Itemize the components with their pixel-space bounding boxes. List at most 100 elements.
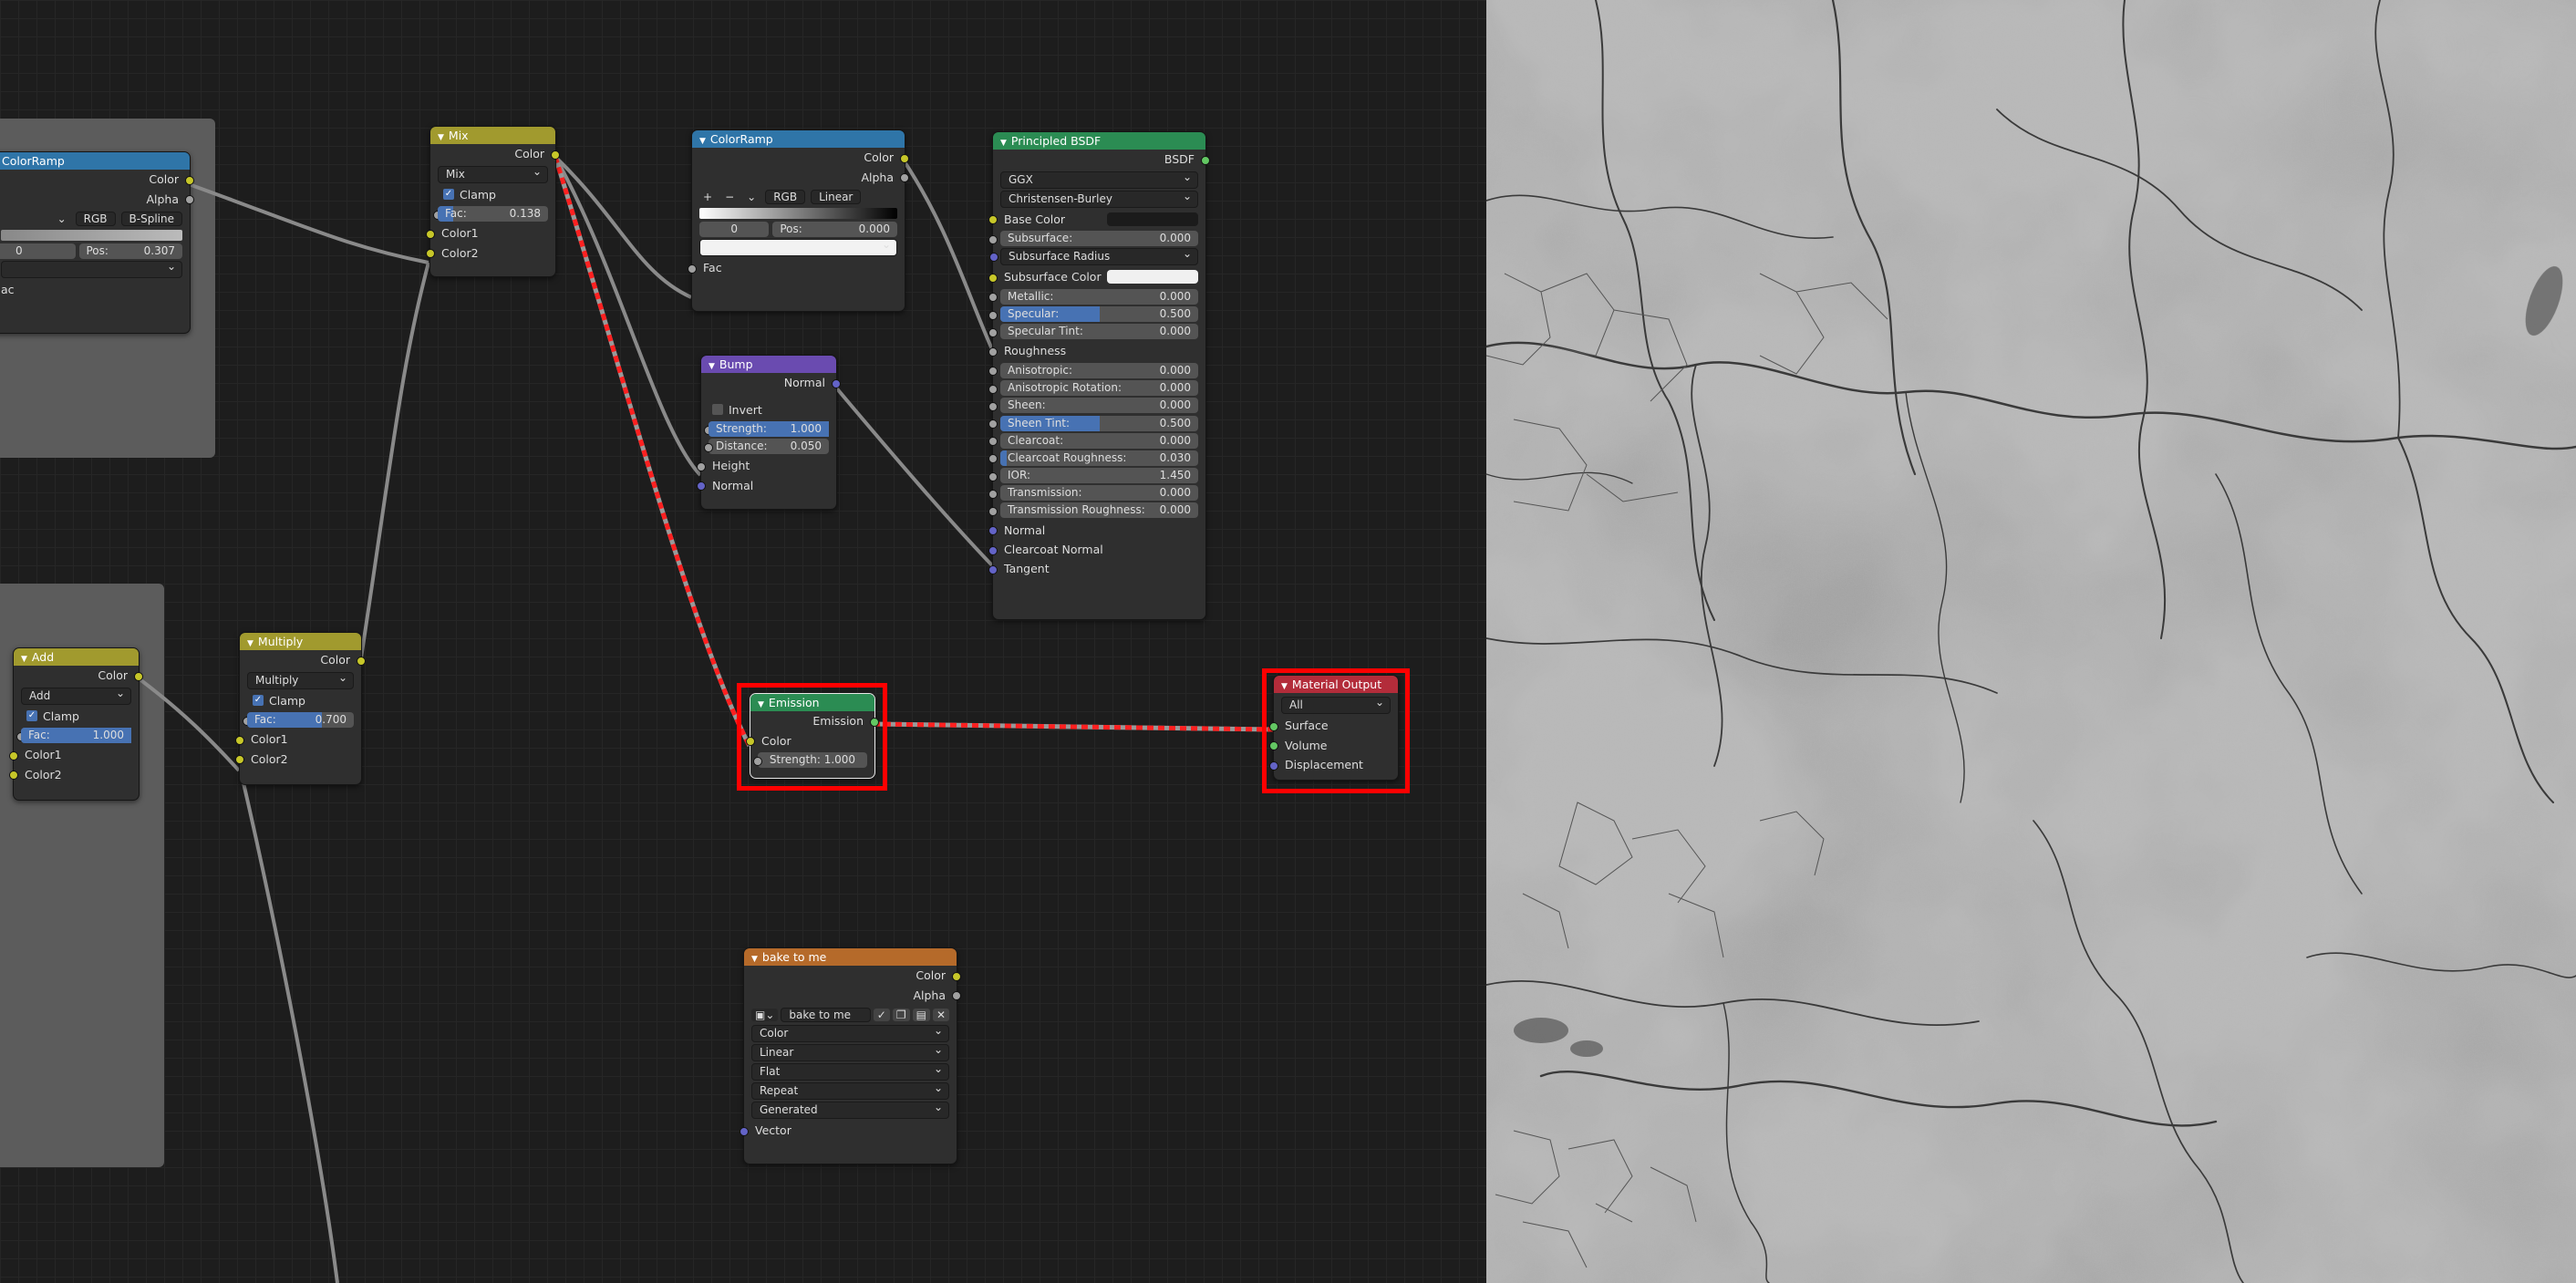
index-field[interactable]: 0: [0, 243, 76, 259]
color-swatch[interactable]: [1107, 270, 1198, 285]
color-ramp-bar[interactable]: [1, 230, 182, 241]
add-node[interactable]: ▼ Add Color Add ✓ Clamp Fac: 1.000 Color1 C…: [9, 647, 143, 801]
clamp-checkbox[interactable]: ✓: [443, 189, 454, 200]
image-name-field[interactable]: bake to me: [781, 1008, 871, 1022]
bump-node[interactable]: ▼ Bump Normal Invert Strength: 1.000 Dista…: [697, 355, 841, 510]
socket-in[interactable]: [988, 437, 998, 447]
interpolation-select[interactable]: Linear: [751, 1042, 949, 1061]
sss-method-select[interactable]: Christensen-Burley: [1000, 189, 1198, 208]
add-header[interactable]: ▼ Add: [14, 648, 139, 666]
socket-color-out[interactable]: [134, 671, 143, 681]
interp-select[interactable]: B-Spline: [120, 212, 182, 226]
socket-in[interactable]: [988, 401, 998, 411]
pos-field[interactable]: Pos: 0.307: [78, 243, 182, 259]
socket-color1-in[interactable]: [235, 735, 244, 745]
collapse-arrow-icon[interactable]: ▼: [1000, 139, 1007, 148]
distance-field[interactable]: Distance: 0.050: [704, 439, 829, 454]
pos-field[interactable]: Pos: 0.000: [772, 222, 897, 237]
invert-checkbox[interactable]: [712, 404, 723, 415]
socket-color2-in[interactable]: [9, 771, 18, 780]
source-select[interactable]: Generated: [751, 1100, 949, 1119]
socket-distance-in[interactable]: [704, 442, 713, 452]
socket-in[interactable]: [988, 273, 998, 283]
fac-slider[interactable]: Fac: 1.000: [16, 728, 131, 743]
socket-in[interactable]: [988, 489, 998, 499]
bsdf-input-specular[interactable]: Specular: 0.500: [988, 306, 1198, 323]
collapse-arrow-icon[interactable]: ▼: [21, 655, 27, 664]
clamp-checkbox[interactable]: ✓: [253, 695, 264, 706]
collapse-arrow-icon[interactable]: ▼: [751, 955, 758, 964]
socket-color-out[interactable]: [952, 971, 961, 981]
socket-color2-in[interactable]: [426, 249, 435, 258]
socket-in[interactable]: [988, 234, 998, 244]
mix-node[interactable]: ▼ Mix Color Mix ✓ Clamp Fac: 0.138 Color1 C…: [426, 126, 560, 277]
mode-select[interactable]: RGB: [75, 212, 116, 226]
close-icon[interactable]: ✕: [932, 1009, 949, 1021]
chevron-down-icon[interactable]: ⌄: [743, 191, 760, 203]
mix-header[interactable]: ▼ Mix: [430, 127, 555, 144]
socket-vector-in[interactable]: [740, 1126, 749, 1136]
bsdf-input-clearcoat[interactable]: Clearcoat: 0.000: [988, 432, 1198, 449]
input-base-color[interactable]: Base Color: [988, 210, 1205, 229]
color-swatch-bar[interactable]: [699, 237, 897, 256]
bump-header[interactable]: ▼ Bump: [701, 356, 836, 373]
clamp-row[interactable]: ✓ Clamp: [430, 185, 555, 205]
socket-in[interactable]: [988, 384, 998, 394]
open-folder-icon[interactable]: ▤: [912, 1009, 930, 1021]
bsdf-input-sheen-tint[interactable]: Sheen Tint: 0.500: [988, 415, 1198, 431]
node-editor[interactable]: ColorRamp Color Alpha ⌄ RGB B-Spline 0 P…: [0, 0, 1486, 1283]
blend-mode-select[interactable]: Multiply: [247, 670, 354, 689]
bsdf-input-roughness[interactable]: Roughness: [988, 341, 1205, 360]
socket-in[interactable]: [988, 419, 998, 429]
color-swatch-bar[interactable]: [1, 259, 182, 278]
bsdf-input-transmission-roughness[interactable]: Transmission Roughness: 0.000: [988, 502, 1198, 519]
colorramp-node[interactable]: ▼ ColorRamp Color Alpha + − ⌄ RGB Linear …: [688, 129, 909, 312]
bsdf-input-ior[interactable]: IOR: 1.450: [988, 468, 1198, 484]
fac-slider[interactable]: Fac: 0.700: [243, 712, 354, 728]
socket-in[interactable]: [988, 347, 998, 357]
add-stop-button[interactable]: +: [699, 191, 716, 203]
socket-in[interactable]: [988, 454, 998, 464]
bsdf-input-subsurface[interactable]: Subsurface: 0.000: [988, 231, 1198, 247]
fac-slider[interactable]: Fac: 0.138: [433, 206, 548, 222]
socket-in[interactable]: [988, 506, 998, 516]
socket-color1-in[interactable]: [426, 229, 435, 239]
bsdf-input-transmission[interactable]: Transmission: 0.000: [988, 485, 1198, 502]
image-browse-icon[interactable]: ▣⌄: [751, 1009, 779, 1021]
socket-in[interactable]: [989, 253, 998, 263]
socket-base-color-in[interactable]: [988, 215, 998, 224]
duplicate-icon[interactable]: ❐: [892, 1009, 910, 1021]
socket-color-out[interactable]: [900, 153, 909, 163]
principled-bsdf-node[interactable]: ▼Principled BSDF BSDF GGX Christensen-Bu…: [988, 131, 1210, 620]
collapse-arrow-icon[interactable]: ▼: [699, 137, 706, 146]
socket-color-out[interactable]: [185, 175, 194, 185]
texture-preview-viewport[interactable]: [1486, 0, 2576, 1283]
colorramp-left-header[interactable]: ColorRamp: [0, 152, 190, 170]
mode-select[interactable]: RGB: [765, 190, 806, 204]
bsdf-input-specular-tint[interactable]: Specular Tint: 0.000: [988, 324, 1198, 340]
socket-in[interactable]: [988, 367, 998, 377]
invert-row[interactable]: Invert: [701, 400, 836, 420]
socket-in[interactable]: [988, 471, 998, 481]
bsdf-header[interactable]: ▼ Principled BSDF: [993, 132, 1205, 150]
socket-normal-in[interactable]: [988, 526, 998, 536]
image-texture-node[interactable]: ▼ bake to me Color Alpha ▣⌄ bake to me ✓ …: [740, 947, 961, 1164]
socket-color-out[interactable]: [551, 150, 560, 160]
bsdf-input-sheen[interactable]: Sheen: 0.000: [988, 398, 1198, 414]
blend-mode-select[interactable]: Mix: [438, 164, 548, 183]
clamp-row[interactable]: ✓ Clamp: [14, 707, 139, 727]
socket-color2-in[interactable]: [235, 755, 244, 764]
color-ramp-bar[interactable]: [699, 208, 897, 219]
distribution-select[interactable]: GGX: [1000, 170, 1198, 189]
interp-select[interactable]: Linear: [811, 190, 862, 204]
index-field[interactable]: 0: [699, 222, 770, 237]
collapse-arrow-icon[interactable]: ▼: [438, 133, 444, 142]
bsdf-input-anisotropic-rotation[interactable]: Anisotropic Rotation: 0.000: [988, 380, 1198, 397]
multiply-node[interactable]: ▼ Multiply Color Multiply ✓ Clamp Fac: 0.70…: [235, 632, 366, 785]
collapse-arrow-icon[interactable]: ▼: [709, 362, 715, 371]
base-color-swatch[interactable]: [1107, 212, 1198, 226]
projection-select[interactable]: Flat: [751, 1061, 949, 1081]
image-header[interactable]: ▼ bake to me: [744, 948, 957, 966]
chevron-down-icon[interactable]: ⌄: [54, 212, 70, 225]
socket-normal-out[interactable]: [832, 378, 841, 388]
